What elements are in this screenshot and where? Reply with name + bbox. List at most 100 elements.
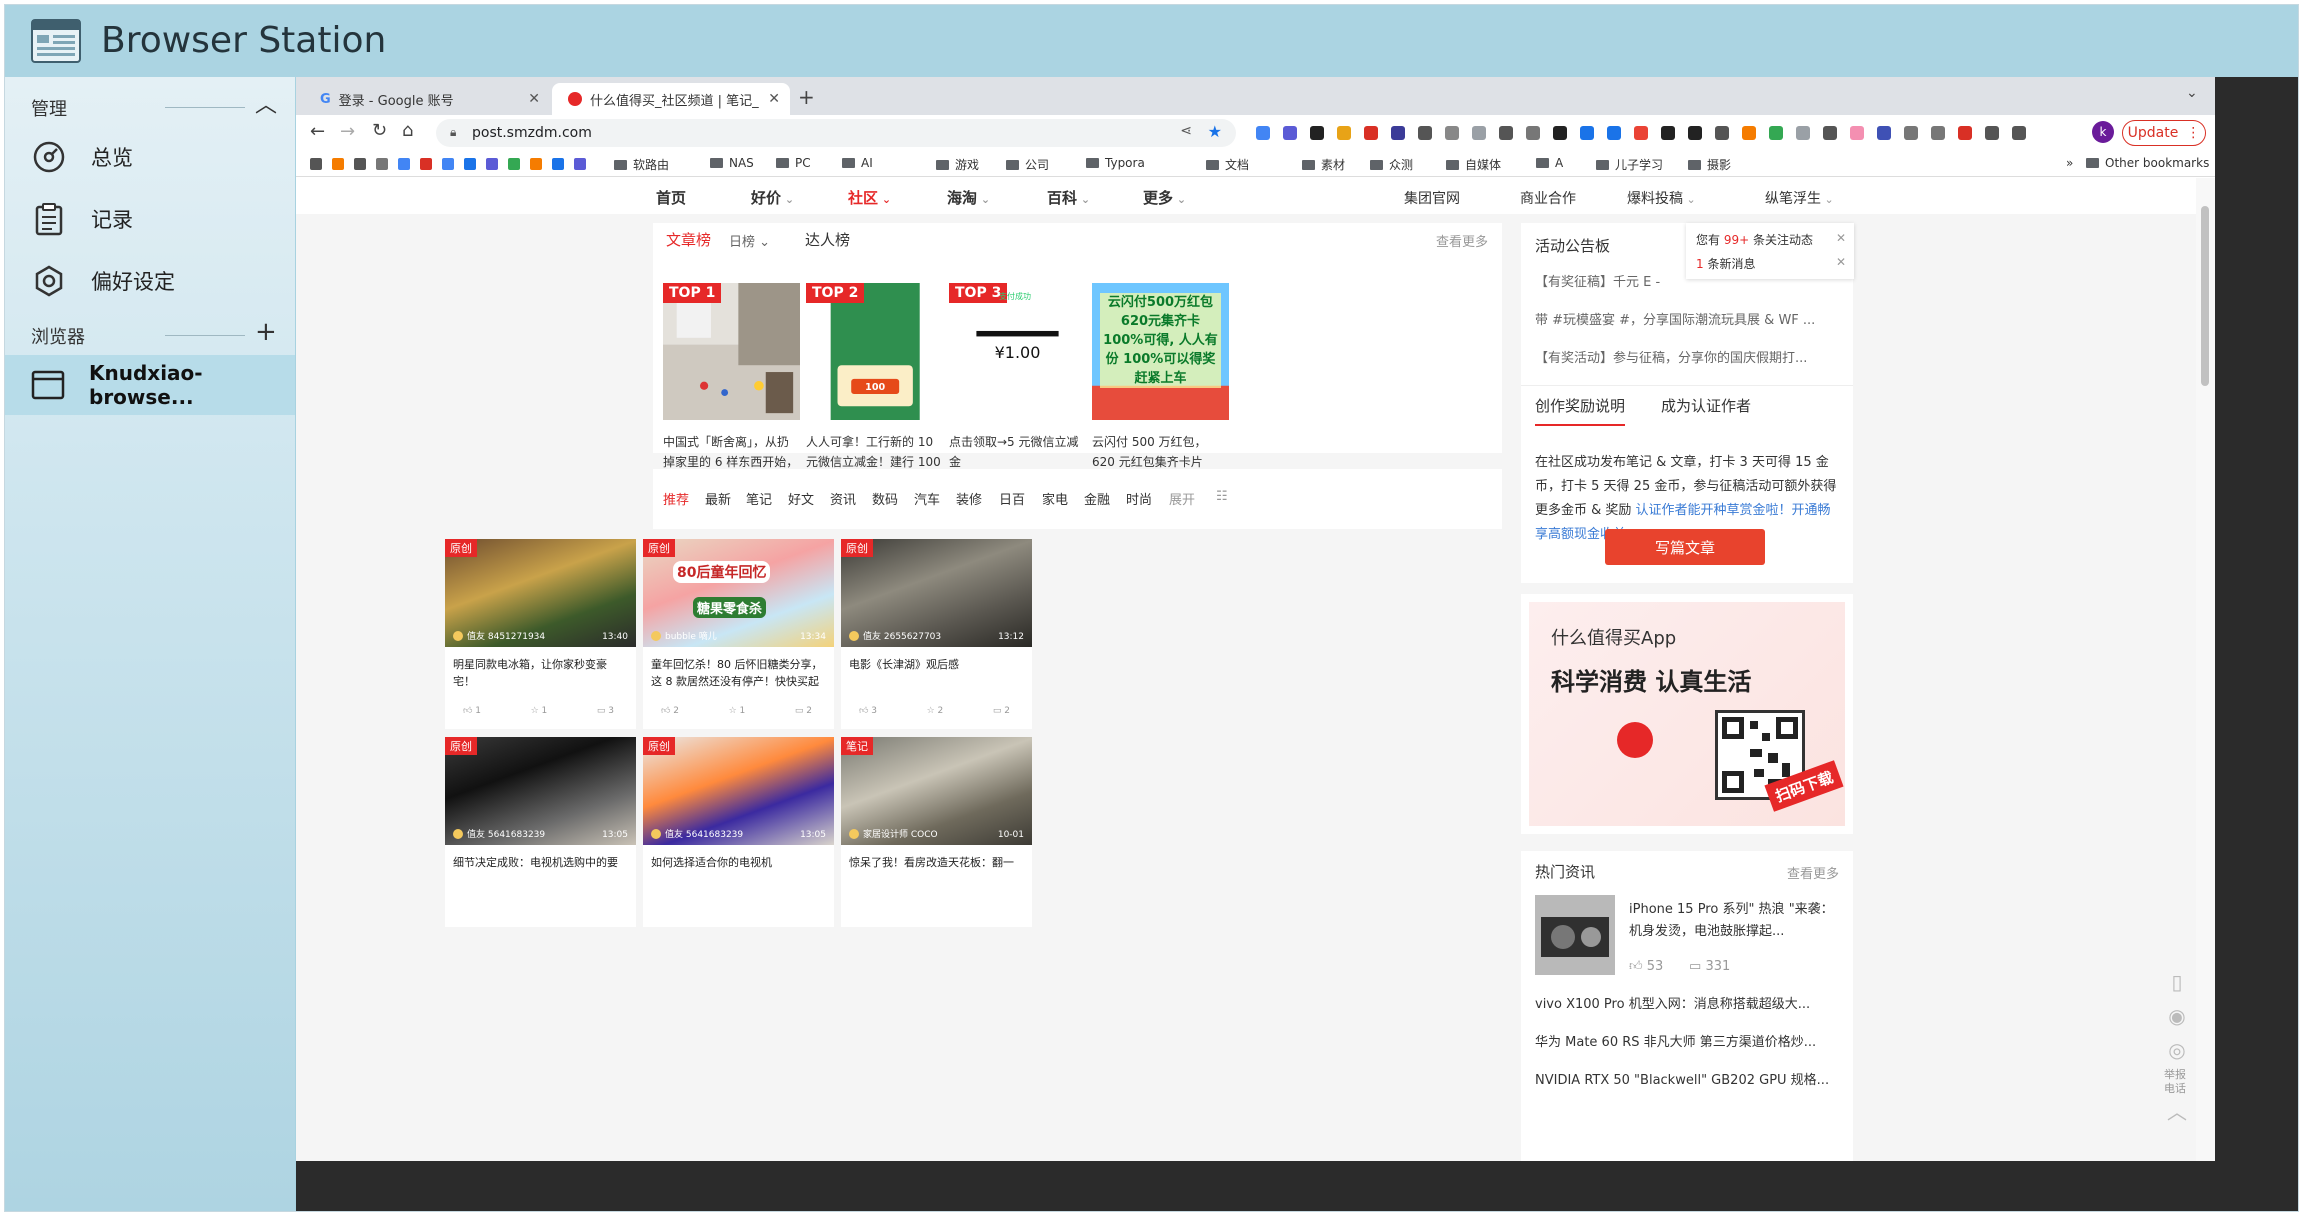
tab-become-author[interactable]: 成为认证作者 — [1661, 395, 1751, 416]
extension-icon[interactable] — [1472, 126, 1486, 140]
hot-news-top-title[interactable]: iPhone 15 Pro 系列" 热浪 "来袭：机身发烫，电池鼓胀撑起... — [1629, 899, 1839, 943]
bookmark-folder[interactable]: 众测 — [1370, 156, 1413, 173]
bookmark-favicon-icon[interactable] — [574, 158, 586, 170]
extension-icon[interactable] — [1283, 126, 1297, 140]
feed-card[interactable]: 原创 值友 5641683239 13:05 如何选择适合你的电视机 — [643, 737, 834, 927]
feed-tab[interactable]: 汽车 — [914, 489, 940, 508]
sidebar-item-active-browser[interactable]: Knudxiao-browse... — [5, 355, 295, 415]
extension-icon[interactable] — [1769, 126, 1783, 140]
bookmark-folder[interactable]: A — [1536, 156, 1563, 170]
feed-card[interactable]: 原创 80后童年回忆 糖果零食杀 bubble 嘀儿 13:34 童年回忆杀！80 后怀旧… — [643, 539, 834, 729]
reload-icon[interactable]: ↻ — [372, 120, 387, 141]
feed-card-user[interactable]: 值友 2655627703 — [849, 629, 941, 642]
stat-favs[interactable]: ☆ 1 — [531, 706, 548, 716]
feed-card-user[interactable]: bubble 嘀儿 — [651, 629, 717, 642]
close-icon[interactable]: ✕ — [1836, 231, 1846, 245]
bookmark-folder[interactable]: 素材 — [1302, 156, 1345, 173]
rank-item[interactable]: TOP 1中国式「断舍离」，从扔掉家里的 6 样东西开始，个个都...小拾说☆ … — [663, 283, 800, 493]
bookmark-folder[interactable]: 文档 — [1206, 156, 1249, 173]
nav-haitao[interactable]: 海淘 ⌄ — [947, 187, 990, 208]
bookmark-favicon-icon[interactable] — [552, 158, 564, 170]
tab-expert-rank[interactable]: 达人榜 — [805, 229, 850, 250]
back-to-top-icon[interactable]: ︿ — [2161, 1094, 2193, 1126]
nav-deals[interactable]: 好价 ⌄ — [751, 187, 794, 208]
stat-likes[interactable]: 👍︎ 3 — [859, 706, 877, 716]
bookmark-folder[interactable]: AI — [842, 156, 873, 170]
add-browser-icon[interactable]: + — [255, 319, 277, 345]
list-view-icon[interactable]: ☷ — [1216, 489, 1228, 504]
bookmark-favicon-icon[interactable] — [420, 158, 432, 170]
bookmark-favicon-icon[interactable] — [530, 158, 542, 170]
feed-tab[interactable]: 笔记 — [746, 489, 772, 508]
extension-icon[interactable] — [1445, 126, 1459, 140]
ranking-more-link[interactable]: 查看更多 — [1436, 231, 1488, 250]
stat-likes[interactable]: 👍︎ 2 — [661, 706, 679, 716]
extension-icon[interactable] — [1796, 126, 1810, 140]
bookmark-favicon-icon[interactable] — [310, 158, 322, 170]
nav-more[interactable]: 更多 ⌄ — [1143, 187, 1186, 208]
extension-icon[interactable] — [2012, 126, 2026, 140]
bookmark-star-icon[interactable]: ★ — [1208, 122, 1222, 141]
nav-home[interactable]: 首页 — [656, 187, 686, 208]
nav-wiki[interactable]: 百科 ⌄ — [1047, 187, 1090, 208]
feed-card[interactable]: 原创 值友 8451271934 13:40 明星同款电冰箱，让你家秒变豪宅！ 👍︎ 1… — [445, 539, 636, 729]
page-scrollbar[interactable] — [2196, 178, 2215, 1161]
tab-article-rank[interactable]: 文章榜 — [666, 229, 711, 250]
feed-tab[interactable]: 推荐 — [663, 489, 689, 508]
extension-icon[interactable] — [1931, 126, 1945, 140]
hot-news-thumbnail[interactable] — [1535, 895, 1615, 975]
collapse-chevron-icon[interactable]: ︿ — [255, 95, 277, 117]
close-tab-icon[interactable]: ✕ — [528, 91, 540, 107]
feed-card-user[interactable]: 值友 5641683239 — [651, 827, 743, 840]
extension-icon[interactable] — [1823, 126, 1837, 140]
bookmark-favicon-icon[interactable] — [354, 158, 366, 170]
extension-icon[interactable] — [1526, 126, 1540, 140]
extension-icon[interactable] — [1661, 126, 1675, 140]
nav-submit[interactable]: 爆料投稿 ⌄ — [1627, 188, 1696, 208]
activity-line[interactable]: 【有奖征稿】千元 E - — [1535, 271, 1660, 290]
extension-icon[interactable] — [1877, 126, 1891, 140]
rank-period-select[interactable]: 日榜 ⌄ — [729, 231, 770, 250]
hot-news-item[interactable]: 华为 Mate 60 RS 非凡大师 第三方渠道价格炒... — [1535, 1031, 1816, 1050]
extension-icon[interactable] — [1607, 126, 1621, 140]
bookmark-favicon-icon[interactable] — [486, 158, 498, 170]
stat-favs[interactable]: ☆ 1 — [729, 706, 746, 716]
bookmark-favicon-icon[interactable] — [332, 158, 344, 170]
share-icon[interactable]: ⋖ — [1180, 123, 1192, 139]
tab-google-login[interactable]: G 登录 - Google 账号 ✕ — [304, 83, 550, 115]
app-ad-card[interactable]: 什么值得买App 科学消费 认真生活 扫码下载 — [1521, 594, 1853, 834]
app-phone-icon[interactable]: ▯ — [2161, 966, 2193, 998]
feed-card-user[interactable]: 值友 8451271934 — [453, 629, 545, 642]
sidebar-item-records[interactable]: 记录 — [31, 199, 133, 239]
bookmark-folder[interactable]: 游戏 — [936, 156, 979, 173]
extension-icon[interactable] — [1580, 126, 1594, 140]
feed-tab[interactable]: 家电 — [1042, 489, 1068, 508]
nav-group-site[interactable]: 集团官网 — [1404, 188, 1460, 208]
feed-card[interactable]: 原创 值友 2655627703 13:12 电影《长津湖》观后感 👍︎ 3 ☆ 2 ▭ 2 — [841, 539, 1032, 729]
extension-icon[interactable] — [1688, 126, 1702, 140]
stat-comments[interactable]: ▭ 3 — [597, 706, 614, 716]
bookmarks-overflow-button[interactable]: » — [2066, 156, 2073, 170]
bookmark-favicon-icon[interactable] — [464, 158, 476, 170]
extension-icon[interactable] — [1337, 126, 1351, 140]
address-bar[interactable]: 🔒︎ post.smzdm.com ⋖ ★ — [436, 119, 1236, 147]
rank-item[interactable]: 云闪付500万红包 620元集齐卡 100%可得, 人人有份 100%可以得奖 … — [1092, 283, 1229, 493]
bookmark-favicon-icon[interactable] — [442, 158, 454, 170]
hot-news-item[interactable]: vivo X100 Pro 机型入网：消息称搭载超级大... — [1535, 993, 1810, 1012]
feed-card[interactable]: 笔记 家居设计师 COCO 10-01 惊呆了我！看房改造天花板：翻一 — [841, 737, 1032, 927]
stat-comments[interactable]: ▭ 2 — [993, 706, 1010, 716]
extension-icon[interactable] — [1958, 126, 1972, 140]
notification-message[interactable]: 1 条新消息 — [1696, 255, 1755, 272]
extension-icon[interactable] — [1391, 126, 1405, 140]
extension-icon[interactable] — [1553, 126, 1567, 140]
feed-tab[interactable]: 日百 — [999, 489, 1025, 508]
bookmark-folder[interactable]: 自媒体 — [1446, 156, 1501, 173]
bookmark-folder[interactable]: 儿子学习 — [1596, 156, 1663, 173]
feed-card-user[interactable]: 家居设计师 COCO — [849, 827, 938, 840]
feed-card[interactable]: 原创 值友 5641683239 13:05 细节决定成败：电视机选购中的要 — [445, 737, 636, 927]
hot-news-item[interactable]: NVIDIA RTX 50 "Blackwell" GB202 GPU 规格..… — [1535, 1069, 1829, 1088]
feed-tab[interactable]: 时尚 — [1126, 489, 1152, 508]
hot-news-more-link[interactable]: 查看更多 — [1787, 863, 1839, 882]
close-tab-icon[interactable]: ✕ — [768, 91, 780, 107]
bookmark-folder[interactable]: 公司 — [1006, 156, 1049, 173]
